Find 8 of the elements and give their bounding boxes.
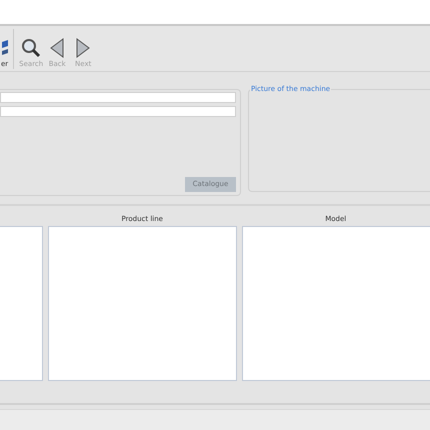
left-triangle-icon [50,38,64,58]
input-field[interactable] [0,106,236,117]
list-box[interactable] [242,226,430,381]
search-icon [21,38,42,58]
list-box[interactable] [0,226,43,381]
input-field[interactable] [0,92,236,103]
list-box[interactable] [48,226,236,381]
right-triangle-icon [76,38,90,58]
